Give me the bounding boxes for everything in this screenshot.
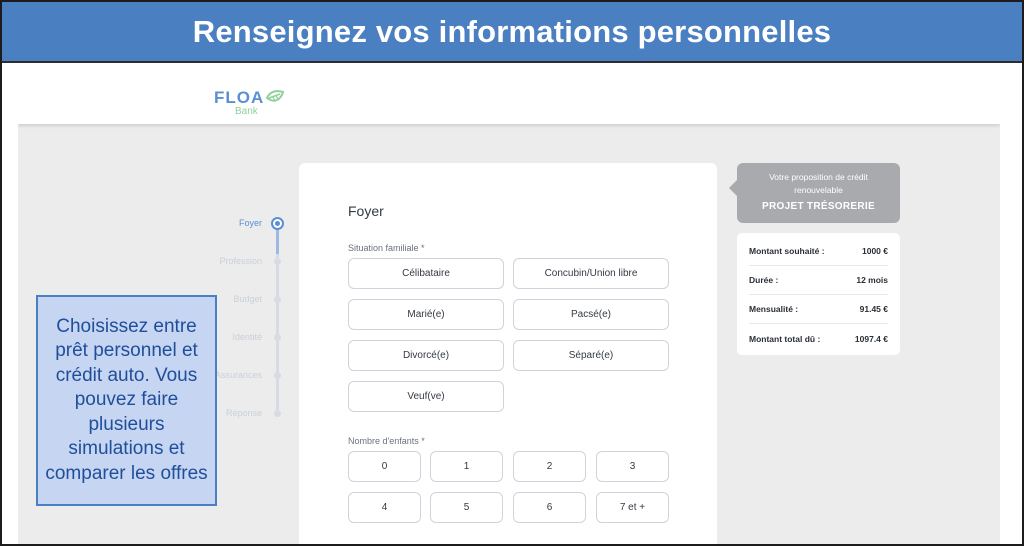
logo-subtitle: Bank: [235, 106, 258, 117]
summary-value: 1097.4 €: [854, 333, 888, 344]
form-title: Foyer: [348, 203, 384, 219]
annotation-text: Choisissez entre prêt personnel et crédi…: [45, 315, 208, 484]
step-dot: [274, 410, 281, 417]
step-dot-active: [271, 217, 284, 230]
household-form: Foyer Situation familiale * Célibataire …: [299, 163, 717, 544]
children-option-4[interactable]: 4: [348, 492, 421, 523]
summary-label: Montant souhaité :: [749, 246, 825, 256]
summary-value: 91.45 €: [859, 304, 888, 314]
step-dot: [274, 296, 281, 303]
step-dot: [274, 334, 281, 341]
step-label: Budget: [233, 294, 262, 304]
option-celibataire[interactable]: Célibataire: [348, 258, 504, 289]
summary-row-total: Montant total dû : 1097.4 €: [749, 324, 888, 353]
top-bar: FLOA Bank: [18, 66, 1000, 124]
step-dot: [274, 372, 281, 379]
step-label: Profession: [219, 256, 262, 266]
floa-logo[interactable]: FLOA Bank: [214, 88, 294, 122]
step-dot: [274, 258, 281, 265]
logo-wordmark: FLOA: [214, 88, 265, 107]
summary-label: Mensualité :: [749, 304, 799, 314]
step-label: Foyer: [238, 218, 262, 228]
summary-value: 1000 €: [862, 246, 888, 256]
step-foyer[interactable]: Foyer: [198, 216, 288, 232]
annotation-callout: Choisissez entre prêt personnel et crédi…: [36, 295, 217, 506]
offer-summary: Montant souhaité : 1000 € Durée : 12 moi…: [737, 233, 900, 355]
children-label: Nombre d'enfants *: [348, 436, 425, 446]
option-marie[interactable]: Marié(e): [348, 299, 504, 330]
children-option-5[interactable]: 5: [430, 492, 503, 523]
offer-header: Votre proposition de crédit renouvelable…: [729, 163, 900, 223]
children-option-3[interactable]: 3: [596, 451, 669, 482]
step-profession[interactable]: Profession: [198, 254, 288, 270]
option-divorce[interactable]: Divorcé(e): [348, 340, 504, 371]
children-option-2[interactable]: 2: [513, 451, 586, 482]
children-option-1[interactable]: 1: [430, 451, 503, 482]
offer-subtitle: Votre proposition de crédit renouvelable: [769, 172, 868, 195]
screenshot-frame: Renseignez vos informations personnelles…: [0, 0, 1024, 546]
option-pacse[interactable]: Pacsé(e): [513, 299, 669, 330]
children-option-6[interactable]: 6: [513, 492, 586, 523]
option-veuf[interactable]: Veuf(ve): [348, 381, 504, 412]
summary-row-amount: Montant souhaité : 1000 €: [749, 237, 888, 266]
summary-row-monthly: Mensualité : 91.45 €: [749, 295, 888, 324]
offer-title: PROJET TRÉSORERIE: [762, 201, 875, 212]
step-label: Assurances: [214, 370, 262, 380]
step-label: Identité: [232, 332, 262, 342]
summary-label: Montant total dû :: [749, 333, 821, 344]
leaf-icon: [265, 90, 285, 102]
step-label: Réponse: [225, 408, 262, 418]
summary-value: 12 mois: [856, 275, 888, 285]
summary-row-duration: Durée : 12 mois: [749, 266, 888, 295]
summary-label: Durée :: [749, 275, 779, 285]
option-separe[interactable]: Séparé(e): [513, 340, 669, 371]
children-option-7-plus[interactable]: 7 et +: [596, 492, 669, 523]
children-option-0[interactable]: 0: [348, 451, 421, 482]
situation-label: Situation familiale *: [348, 243, 425, 253]
option-concubin[interactable]: Concubin/Union libre: [513, 258, 669, 289]
banner-title: Renseignez vos informations personnelles: [2, 2, 1022, 63]
